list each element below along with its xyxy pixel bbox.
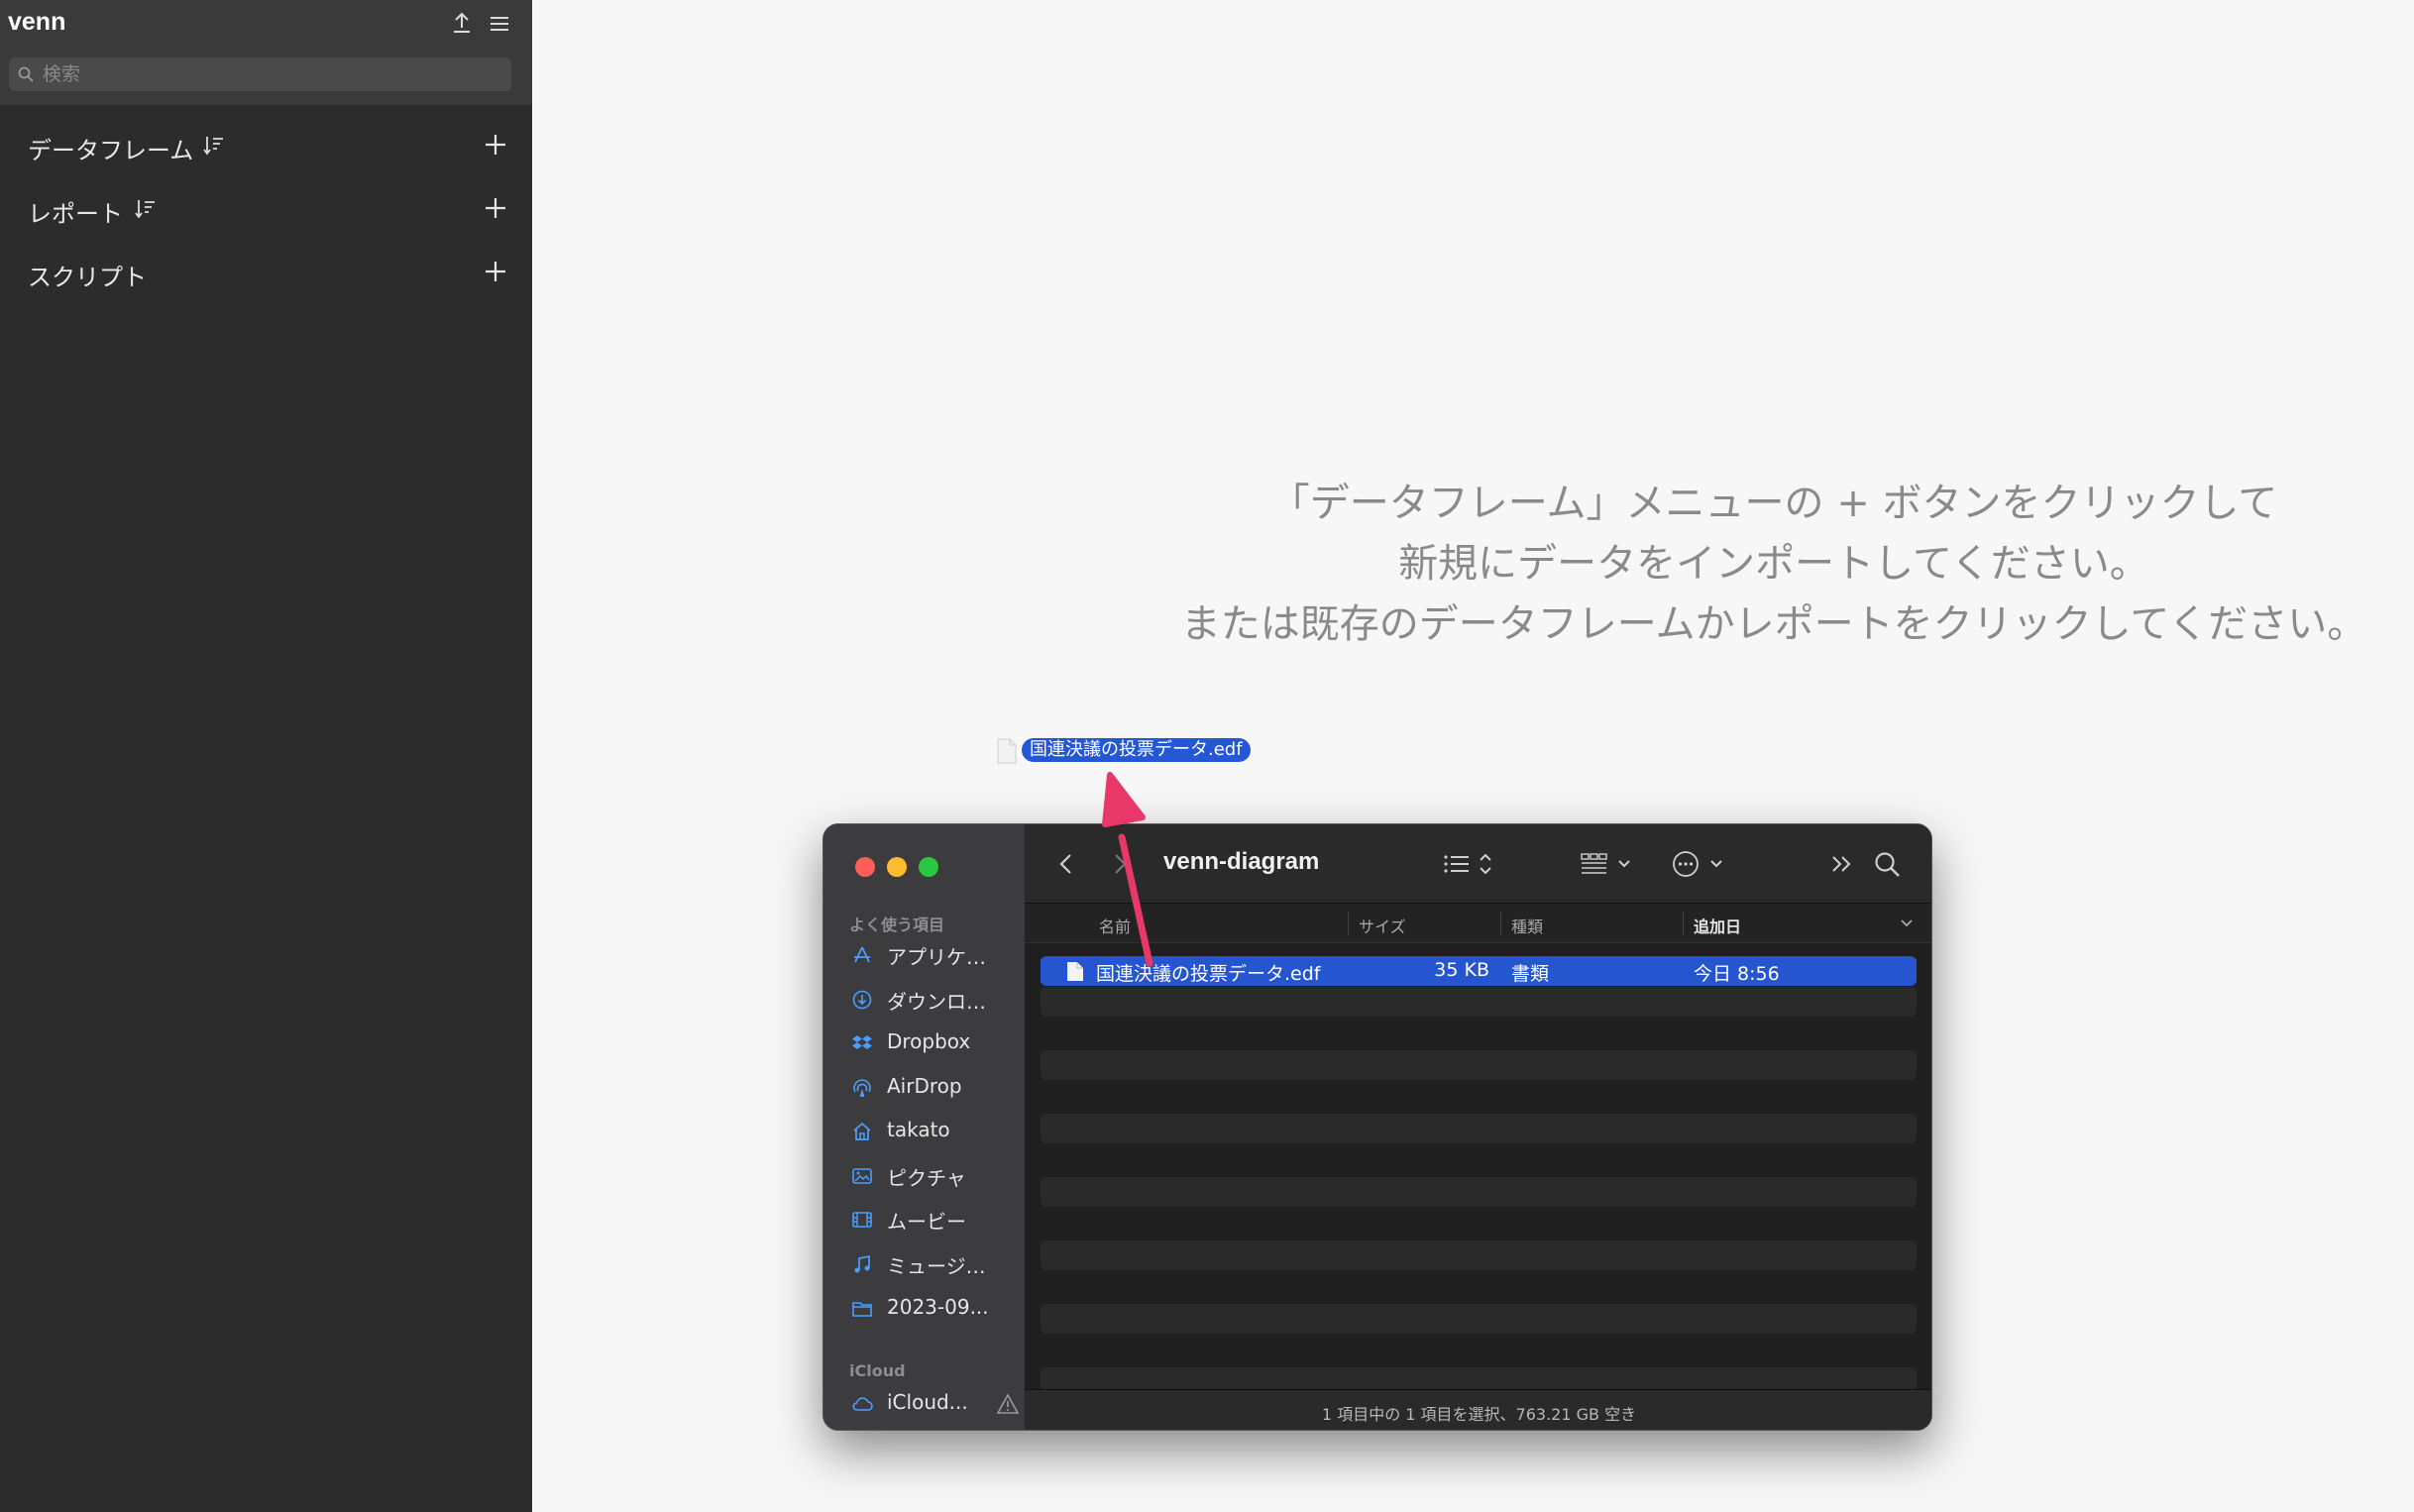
finder-window[interactable]: よく使う項目 アプリケ… ダウンロ… Dropbox AirDrop takat…	[823, 823, 1932, 1431]
close-button[interactable]	[855, 857, 875, 877]
minimize-button[interactable]	[887, 857, 907, 877]
column-size[interactable]: サイズ	[1359, 914, 1406, 937]
export-icon[interactable]	[448, 10, 476, 38]
movies-icon	[852, 1212, 872, 1228]
music-icon	[854, 1254, 870, 1273]
column-separator[interactable]	[1683, 912, 1684, 935]
sort-icon[interactable]	[201, 133, 227, 159]
home-icon	[853, 1122, 871, 1140]
downloads-icon	[852, 990, 872, 1010]
section-label: データフレーム	[28, 137, 194, 164]
sidebar-item-movies[interactable]: ムービー	[847, 1200, 1016, 1236]
app-header: venn	[0, 0, 532, 105]
sidebar-item-label: ダウンロ…	[887, 990, 986, 1014]
column-date-added[interactable]: 追加日	[1694, 914, 1741, 937]
warning-icon	[996, 1393, 1020, 1414]
sidebar-item-downloads[interactable]: ダウンロ…	[847, 980, 1016, 1016]
finder-sidebar: よく使う項目 アプリケ… ダウンロ… Dropbox AirDrop takat…	[823, 824, 1025, 1430]
drag-arrow-annotation	[1102, 772, 1153, 967]
message-line: 新規にデータをインポートしてください。	[1398, 541, 2149, 587]
empty-row	[1041, 987, 1917, 1017]
file-size: 35 KB	[1434, 959, 1489, 981]
dropbox-icon	[852, 1035, 872, 1049]
dragged-file-label: 国連決議の投票データ.edf	[1022, 738, 1251, 762]
empty-row	[1041, 1114, 1917, 1143]
sort-icon[interactable]	[133, 196, 159, 222]
folder-icon	[852, 1302, 872, 1317]
group-view-icon[interactable]	[1580, 848, 1641, 880]
section-dataframe[interactable]: データフレーム	[0, 117, 532, 172]
sidebar-item-home[interactable]: takato	[847, 1112, 1016, 1147]
search-box[interactable]	[9, 57, 511, 91]
section-label: スクリプト	[28, 264, 147, 291]
icloud-heading: iCloud	[849, 1361, 906, 1380]
empty-row	[1041, 1050, 1917, 1080]
add-script-icon[interactable]	[483, 259, 508, 284]
sidebar-item-applications[interactable]: アプリケ…	[847, 935, 1016, 971]
empty-row	[1041, 1304, 1917, 1334]
file-date-added: 今日 8:56	[1694, 963, 1780, 985]
menu-icon[interactable]	[486, 10, 513, 38]
favorites-heading: よく使う項目	[849, 916, 945, 934]
empty-row	[1041, 1177, 1917, 1207]
sidebar-item-label: 2023-09...	[887, 1295, 989, 1319]
cloud-icon	[852, 1397, 873, 1411]
sidebar-item-pictures[interactable]: ピクチャ	[847, 1156, 1016, 1192]
message-line: 「データフレーム」メニューの + ボタンをクリックして	[1269, 481, 2278, 526]
app-sidebar: venn データフレーム レポート	[0, 0, 532, 1512]
toolbar-overflow-icon[interactable]	[1829, 848, 1855, 880]
zoom-button[interactable]	[919, 857, 938, 877]
sidebar-item-label: takato	[887, 1118, 950, 1141]
sidebar-item-label: Dropbox	[887, 1029, 971, 1053]
sidebar-item-label: ムービー	[887, 1210, 966, 1234]
more-actions-icon[interactable]	[1672, 848, 1733, 880]
sidebar-item-icloud-drive[interactable]: iCloud...	[847, 1384, 1020, 1420]
sidebar-item-airdrop[interactable]: AirDrop	[847, 1068, 1016, 1104]
add-report-icon[interactable]	[483, 195, 508, 221]
sidebar-item-label: アプリケ…	[887, 945, 986, 969]
empty-state-message: 「データフレーム」メニューの + ボタンをクリックして 新規にデータをインポート…	[1130, 474, 2414, 655]
sidebar-item-folder[interactable]: 2023-09...	[847, 1289, 1016, 1325]
pictures-icon	[852, 1168, 872, 1184]
chevron-down-icon[interactable]	[1899, 917, 1915, 930]
document-icon	[997, 738, 1017, 764]
empty-row	[1041, 1241, 1917, 1270]
list-view-icon[interactable]	[1441, 848, 1502, 880]
sidebar-item-music[interactable]: ミュージ…	[847, 1244, 1016, 1280]
search-input[interactable]	[43, 57, 498, 91]
sidebar-item-dropbox[interactable]: Dropbox	[847, 1024, 1016, 1059]
status-bar: 1 項目中の 1 項目を選択、763.21 GB 空き	[1025, 1389, 1931, 1430]
section-script[interactable]: スクリプト	[0, 244, 532, 299]
section-report[interactable]: レポート	[0, 180, 532, 236]
column-separator[interactable]	[1348, 912, 1349, 935]
applications-icon	[854, 946, 870, 963]
sidebar-item-label: AirDrop	[887, 1074, 962, 1098]
column-kind[interactable]: 種類	[1511, 914, 1543, 937]
sidebar-item-label: ピクチャ	[887, 1166, 966, 1190]
section-label: レポート	[28, 200, 123, 228]
sidebar-item-label: iCloud...	[887, 1390, 968, 1414]
add-dataframe-icon[interactable]	[483, 132, 508, 158]
status-text: 1 項目中の 1 項目を選択、763.21 GB 空き	[1321, 1405, 1637, 1424]
sidebar-item-label: ミュージ…	[887, 1254, 986, 1278]
message-line: または既存のデータフレームかレポートをクリックしてください。	[1180, 601, 2367, 647]
airdrop-icon	[853, 1079, 871, 1097]
app-title: venn	[8, 8, 66, 36]
file-kind: 書類	[1511, 963, 1550, 985]
column-separator[interactable]	[1500, 912, 1501, 935]
search-icon[interactable]	[1873, 848, 1903, 880]
search-icon	[18, 66, 34, 82]
